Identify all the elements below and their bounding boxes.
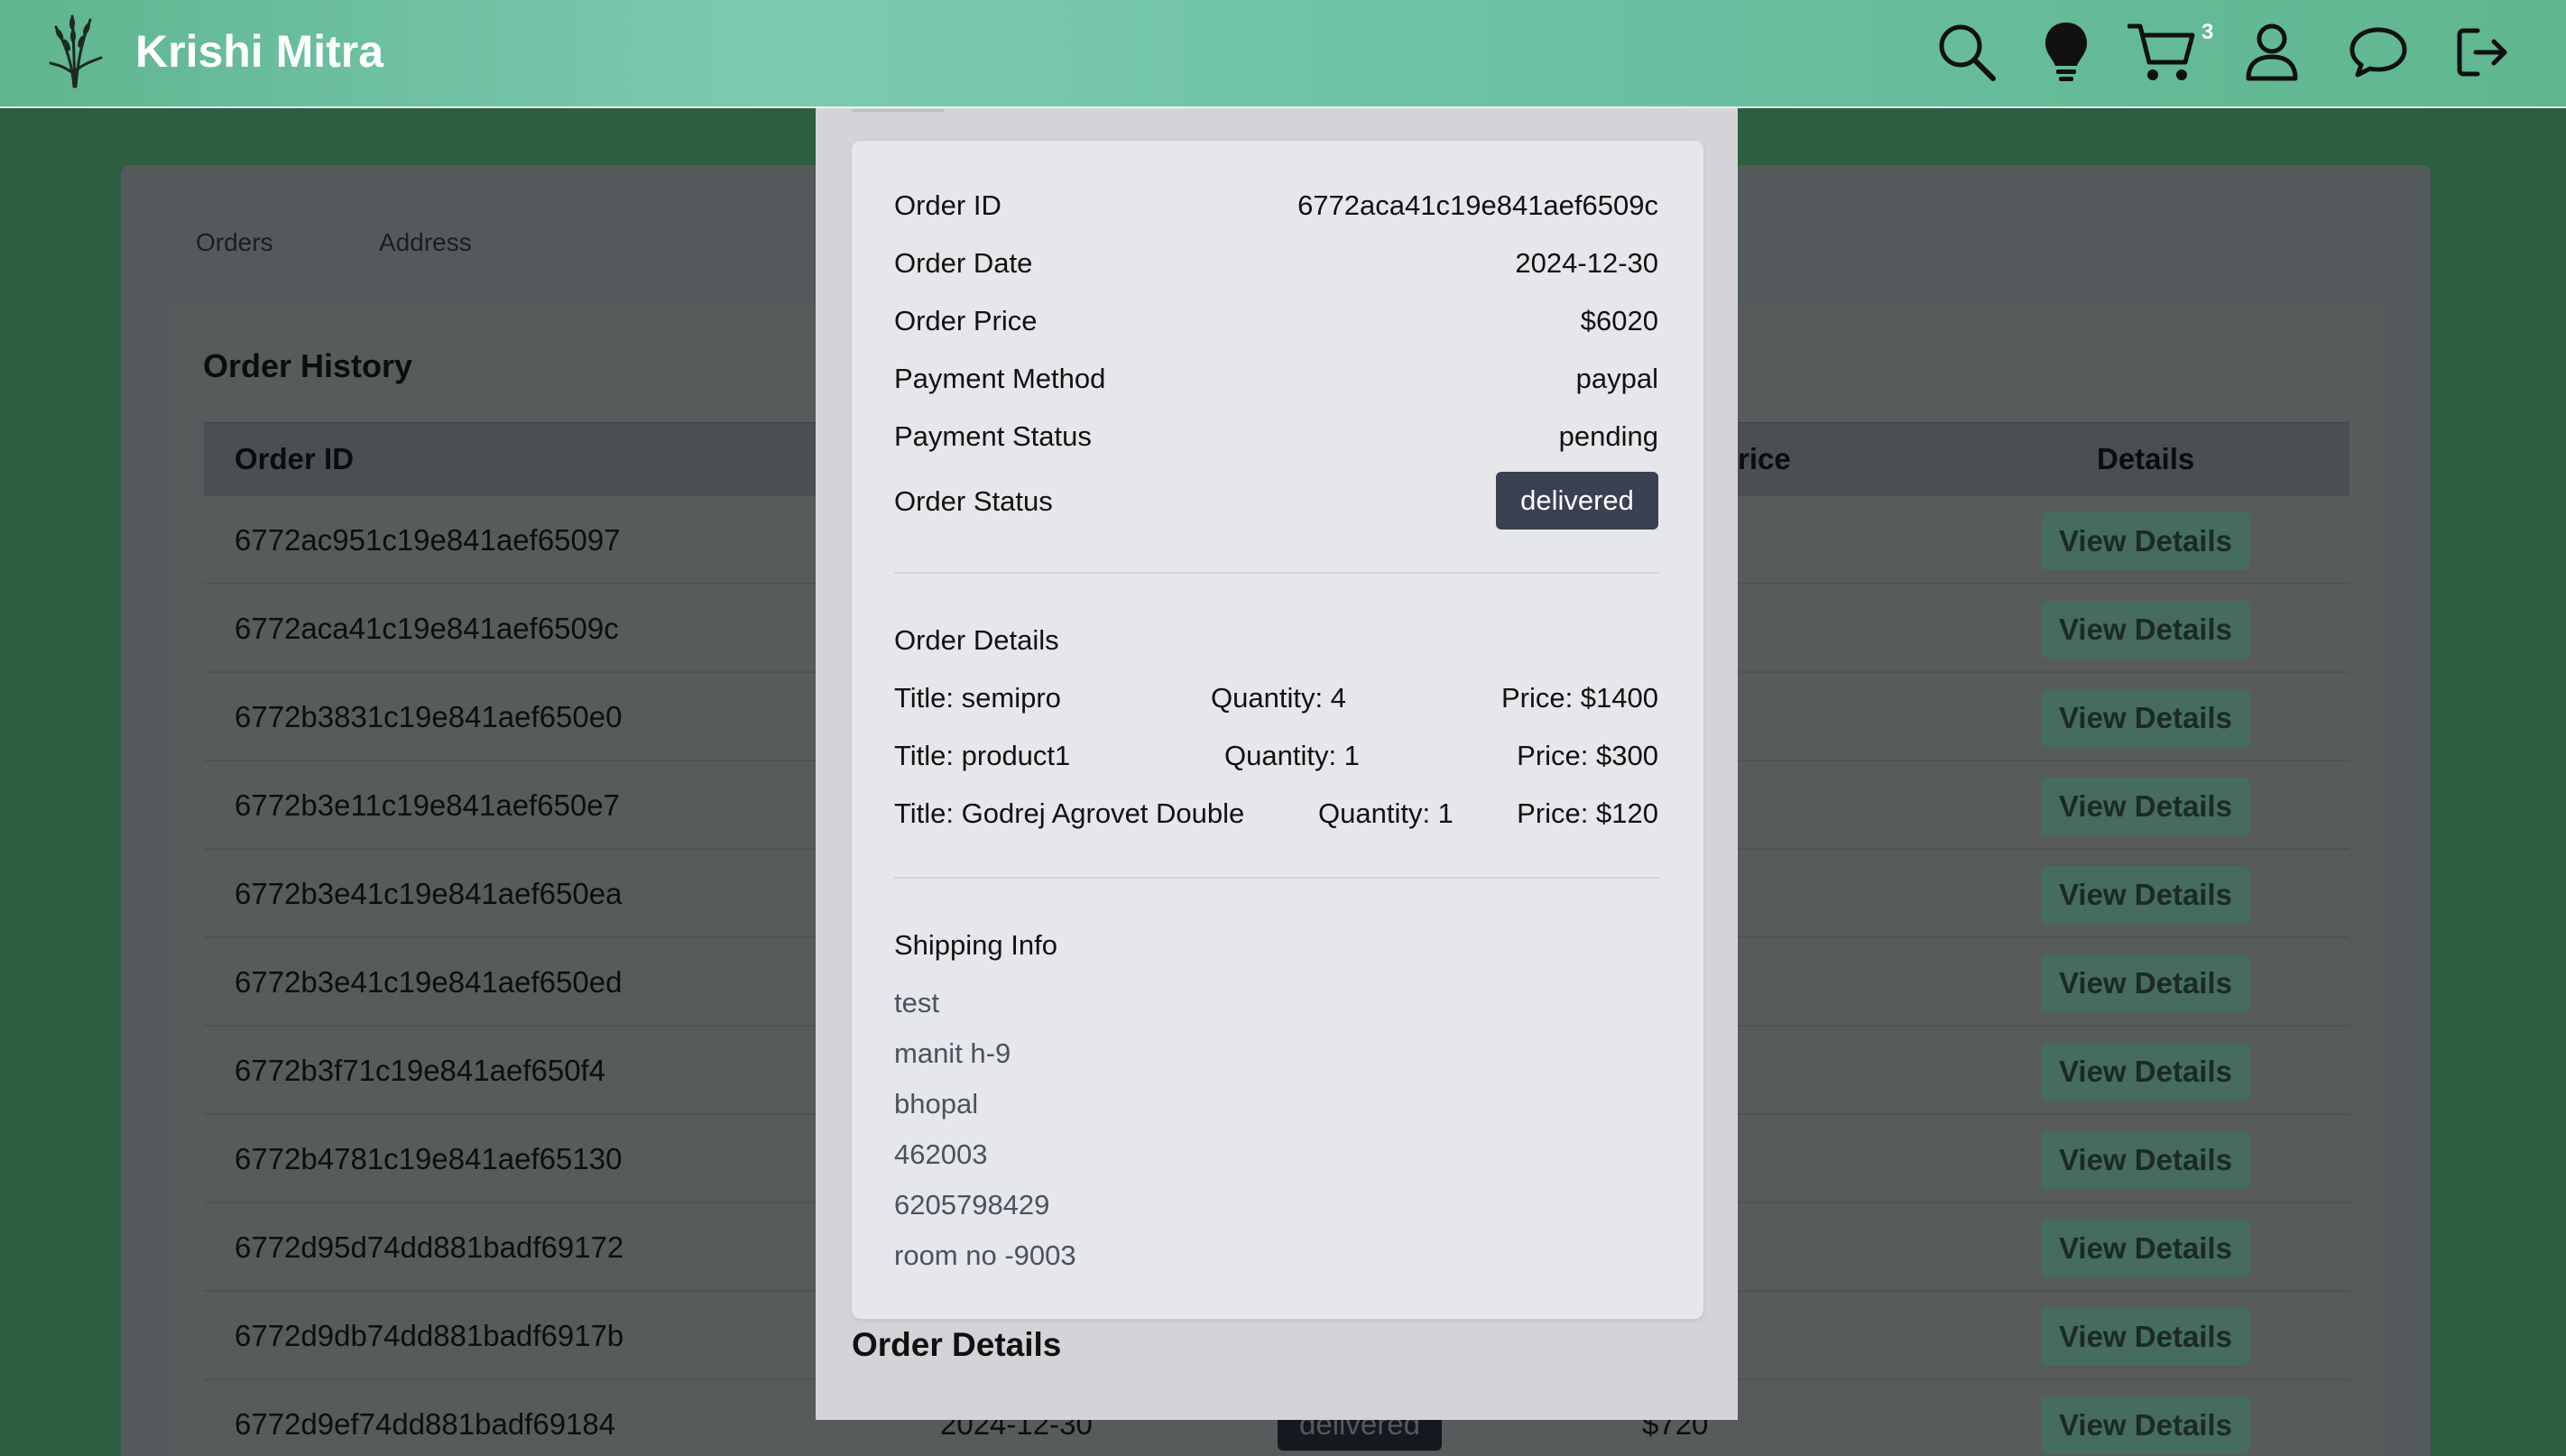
order-id-cell: 6772b3e41c19e841aef650ed	[235, 965, 623, 999]
payment-method-label: Payment Method	[894, 363, 1106, 394]
order-history-title: Order History	[203, 347, 413, 384]
order-id-cell: 6772d95d74dd881badf69172	[235, 1230, 624, 1264]
order-price-value: $6020	[1580, 305, 1658, 336]
order-id-cell: 6772aca41c19e841aef6509c	[235, 612, 619, 645]
order-status-label: Order Status	[894, 485, 1053, 517]
item-quantity: Quantity: 1	[1318, 797, 1454, 829]
item-title: Title: product1	[894, 740, 1071, 771]
view-details-button[interactable]: View Details	[2041, 778, 2250, 835]
logout-icon[interactable]	[2447, 16, 2519, 88]
order-id-cell: 6772d9ef74dd881badf69184	[235, 1407, 616, 1441]
tab-orders[interactable]: Orders	[196, 228, 273, 257]
modal-tab-indicator	[852, 109, 944, 112]
shipping-address: manit h-9	[894, 1037, 1011, 1069]
order-status-badge: delivered	[1496, 472, 1658, 530]
view-details-button[interactable]: View Details	[2041, 954, 2250, 1012]
view-details-button[interactable]: View Details	[2041, 689, 2250, 747]
item-price: Price: $1400	[1500, 682, 1658, 714]
view-details-button[interactable]: View Details	[2041, 512, 2250, 570]
search-icon[interactable]	[1931, 16, 2003, 88]
item-quantity: Quantity: 1	[1224, 740, 1360, 771]
view-details-button[interactable]: View Details	[2041, 1131, 2250, 1189]
order-id-cell: 6772ac951c19e841aef65097	[235, 523, 621, 557]
brand-name[interactable]: Krishi Mitra	[135, 25, 383, 78]
modal-section-title: Order Details	[852, 1326, 1062, 1363]
shipping-city: bhopal	[894, 1088, 979, 1120]
order-price-label: Order Price	[894, 305, 1038, 336]
item-quantity: Quantity: 4	[1211, 682, 1346, 714]
payment-method-value: paypal	[1575, 363, 1658, 394]
view-details-button[interactable]: View Details	[2041, 1043, 2250, 1101]
column-order-id: Order ID	[235, 442, 355, 475]
order-id-cell: 6772b3e11c19e841aef650e7	[235, 788, 620, 822]
payment-status-label: Payment Status	[894, 420, 1092, 452]
lightbulb-icon[interactable]	[2030, 16, 2102, 88]
view-details-button[interactable]: View Details	[2041, 866, 2250, 924]
order-id-value: 6772aca41c19e841aef6509c	[1297, 189, 1658, 221]
view-details-button[interactable]: View Details	[2041, 1396, 2250, 1454]
order-id-cell: 6772d9db74dd881badf6917b	[235, 1319, 624, 1352]
view-details-button[interactable]: View Details	[2041, 601, 2250, 659]
item-title: Title: semipro	[894, 682, 1061, 714]
item-price: Price: $300	[1517, 740, 1658, 771]
order-id-cell: 6772b3f71c19e841aef650f4	[235, 1054, 606, 1087]
order-id-label: Order ID	[894, 189, 1001, 221]
cart-icon[interactable]	[2126, 16, 2198, 88]
shipping-name: test	[894, 987, 939, 1018]
wheat-logo-icon[interactable]	[47, 11, 105, 88]
chat-icon[interactable]	[2342, 16, 2414, 88]
shipping-landmark: room no -9003	[894, 1239, 1076, 1271]
divider	[894, 572, 1659, 574]
column-details: Details	[2097, 442, 2195, 475]
order-id-cell: 6772b3e41c19e841aef650ea	[235, 877, 623, 910]
order-date-value: 2024-12-30	[1515, 247, 1658, 279]
top-nav-bar: Krishi Mitra 3	[0, 0, 2566, 108]
order-id-cell: 6772b4781c19e841aef65130	[235, 1142, 623, 1175]
shipping-phone: 6205798429	[894, 1189, 1050, 1221]
cart-count-badge: 3	[2201, 20, 2214, 44]
order-date-label: Order Date	[894, 247, 1033, 279]
view-details-button[interactable]: View Details	[2041, 1308, 2250, 1366]
shipping-info-heading: Shipping Info	[894, 929, 1057, 961]
item-price: Price: $120	[1517, 797, 1658, 829]
shipping-pincode: 462003	[894, 1138, 988, 1170]
order-details-heading: Order Details	[894, 624, 1059, 656]
item-title: Title: Godrej Agrovet Double	[894, 797, 1245, 829]
order-id-cell: 6772b3831c19e841aef650e0	[235, 700, 623, 733]
user-icon[interactable]	[2236, 16, 2308, 88]
view-details-button[interactable]: View Details	[2041, 1220, 2250, 1277]
divider	[894, 877, 1659, 879]
payment-status-value: pending	[1558, 420, 1658, 452]
tab-address[interactable]: Address	[379, 228, 472, 257]
